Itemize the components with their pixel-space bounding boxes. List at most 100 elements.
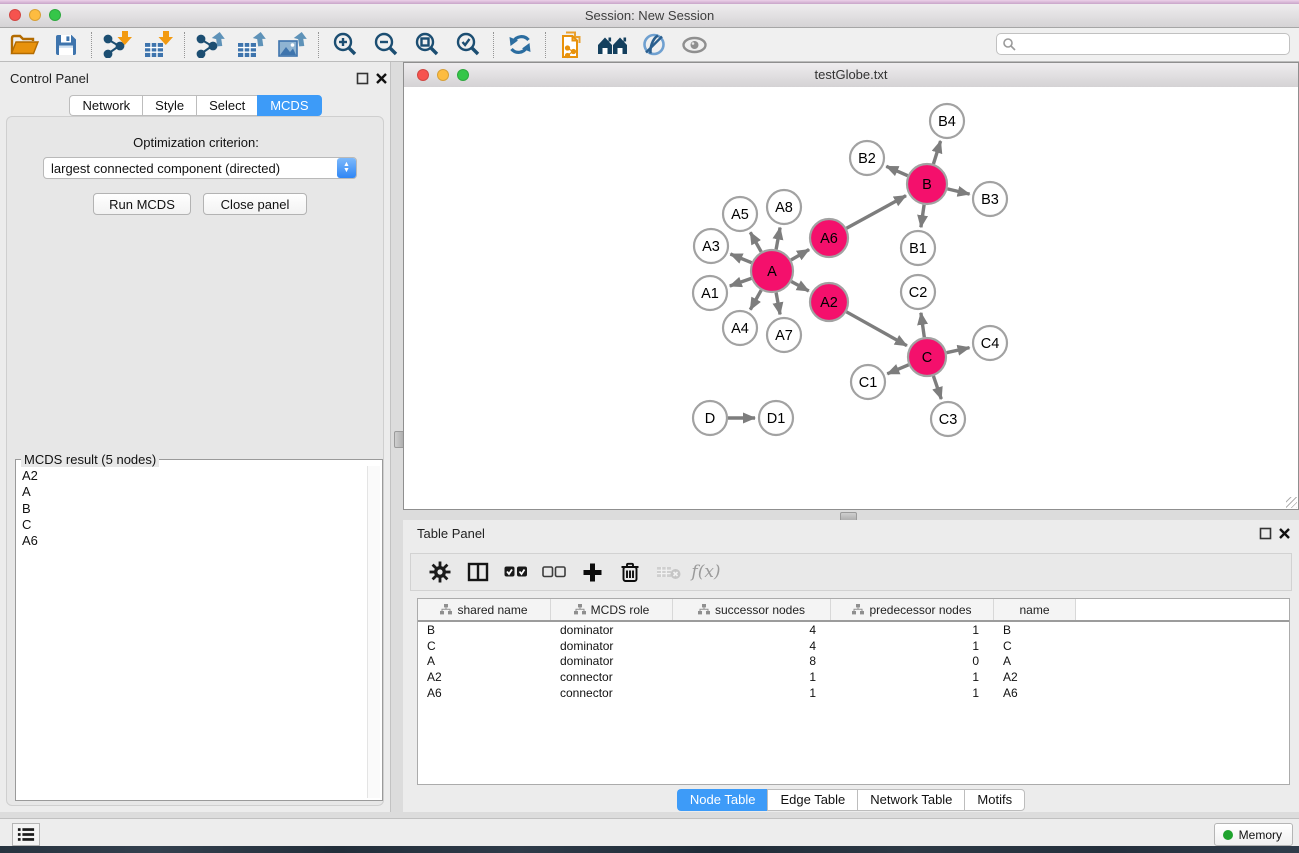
cell-predecessor-nodes[interactable]: 1	[831, 639, 994, 653]
node-A[interactable]: A	[751, 250, 793, 292]
column-header-MCDS-role[interactable]: MCDS role	[551, 599, 673, 620]
run-mcds-button[interactable]: Run MCDS	[93, 193, 191, 215]
mcds-result-list[interactable]: A2ABCA6	[18, 468, 366, 798]
edge-A-A8[interactable]	[776, 228, 780, 250]
open-file-icon[interactable]	[4, 30, 45, 60]
cell-MCDS-role[interactable]: connector	[551, 670, 673, 684]
node-C2[interactable]: C2	[901, 275, 935, 309]
hide-graphics-details-icon[interactable]	[633, 30, 674, 60]
node-D1[interactable]: D1	[759, 401, 793, 435]
optimization-criterion-select[interactable]: largest connected component (directed) ▲…	[43, 157, 357, 179]
cell-successor-nodes[interactable]: 4	[673, 623, 831, 637]
node-C4[interactable]: C4	[973, 326, 1007, 360]
close-panel-icon[interactable]	[375, 72, 388, 85]
deselect-all-checkboxes-icon[interactable]	[535, 557, 573, 587]
cell-name[interactable]: B	[994, 623, 1076, 637]
tab-style[interactable]: Style	[142, 95, 196, 116]
edge-A-A5[interactable]	[750, 232, 761, 252]
cell-successor-nodes[interactable]: 8	[673, 654, 831, 668]
cell-shared-name[interactable]: C	[418, 639, 551, 653]
edge-C-C3[interactable]	[933, 376, 941, 399]
cell-predecessor-nodes[interactable]: 1	[831, 623, 994, 637]
float-table-panel-icon[interactable]	[1259, 527, 1272, 540]
cell-shared-name[interactable]: A	[418, 654, 551, 668]
node-A4[interactable]: A4	[723, 311, 757, 345]
cell-successor-nodes[interactable]: 1	[673, 686, 831, 700]
result-item[interactable]: B	[18, 501, 366, 517]
task-history-button[interactable]	[12, 823, 40, 846]
edge-B-B2[interactable]	[886, 166, 907, 175]
edge-A-A1[interactable]	[730, 278, 752, 286]
column-settings-gear-icon[interactable]	[421, 557, 459, 587]
node-B1[interactable]: B1	[901, 231, 935, 265]
node-B[interactable]: B	[907, 164, 947, 204]
node-D[interactable]: D	[693, 401, 727, 435]
add-column-icon[interactable]	[573, 557, 611, 587]
node-A8[interactable]: A8	[767, 190, 801, 224]
cell-name[interactable]: A	[994, 654, 1076, 668]
window-resize-grip[interactable]	[1286, 497, 1297, 508]
node-B3[interactable]: B3	[973, 182, 1007, 216]
float-panel-icon[interactable]	[356, 72, 369, 85]
node-C3[interactable]: C3	[931, 402, 965, 436]
node-B4[interactable]: B4	[930, 104, 964, 138]
network-graph[interactable]: B4 B2 B B3 A8 A5 A6 B1 A3 A C2 A1 A2 A4 …	[404, 87, 1298, 509]
column-header-name[interactable]: name	[994, 599, 1076, 620]
node-C1[interactable]: C1	[851, 365, 885, 399]
edge-C-C4[interactable]	[947, 348, 970, 353]
refresh-layout-icon[interactable]	[499, 30, 540, 60]
home-icon[interactable]	[592, 30, 633, 60]
cell-MCDS-role[interactable]: dominator	[551, 639, 673, 653]
edge-A-A4[interactable]	[750, 290, 761, 310]
table-row[interactable]: Adominator80A	[418, 653, 1289, 669]
edge-C-C2[interactable]	[921, 313, 924, 337]
result-item[interactable]: A	[18, 484, 366, 500]
select-all-checkboxes-icon[interactable]	[497, 557, 535, 587]
close-panel-button[interactable]: Close panel	[203, 193, 307, 215]
edge-A-A7[interactable]	[776, 293, 780, 315]
export-image-icon[interactable]	[272, 30, 313, 60]
edge-A2-C[interactable]	[846, 312, 907, 346]
import-table-icon[interactable]	[138, 30, 179, 60]
edge-B-B4[interactable]	[933, 141, 940, 164]
node-A1[interactable]: A1	[693, 276, 727, 310]
zoom-selected-icon[interactable]	[447, 30, 488, 60]
node-A6[interactable]: A6	[810, 219, 848, 257]
show-eye-icon[interactable]	[674, 30, 715, 60]
column-header-successor-nodes[interactable]: successor nodes	[673, 599, 831, 620]
cell-name[interactable]: A2	[994, 670, 1076, 684]
tab-motifs[interactable]: Motifs	[964, 789, 1025, 811]
export-network-icon[interactable]	[190, 30, 231, 60]
node-A5[interactable]: A5	[723, 197, 757, 231]
cell-name[interactable]: C	[994, 639, 1076, 653]
cell-MCDS-role[interactable]: dominator	[551, 623, 673, 637]
copy-network-icon[interactable]	[551, 30, 592, 60]
node-A7[interactable]: A7	[767, 318, 801, 352]
search-box[interactable]	[996, 33, 1290, 55]
tab-network[interactable]: Network	[69, 95, 142, 116]
cell-shared-name[interactable]: A6	[418, 686, 551, 700]
result-item[interactable]: A6	[18, 533, 366, 549]
tab-select[interactable]: Select	[196, 95, 257, 116]
tab-node-table[interactable]: Node Table	[677, 789, 768, 811]
zoom-out-icon[interactable]	[365, 30, 406, 60]
cell-MCDS-role[interactable]: dominator	[551, 654, 673, 668]
result-item[interactable]: C	[18, 517, 366, 533]
node-B2[interactable]: B2	[850, 141, 884, 175]
table-row[interactable]: A6connector11A6	[418, 685, 1289, 701]
edge-A-A2[interactable]	[791, 282, 809, 292]
cell-successor-nodes[interactable]: 1	[673, 670, 831, 684]
tab-edge-table[interactable]: Edge Table	[767, 789, 857, 811]
cell-MCDS-role[interactable]: connector	[551, 686, 673, 700]
zoom-fit-icon[interactable]	[406, 30, 447, 60]
memory-button[interactable]: Memory	[1214, 823, 1293, 846]
table-row[interactable]: Bdominator41B	[418, 622, 1289, 638]
node-table[interactable]: shared name MCDS role successor nodes pr…	[417, 598, 1290, 785]
cell-shared-name[interactable]: A2	[418, 670, 551, 684]
search-input[interactable]	[1017, 36, 1289, 52]
column-header-shared-name[interactable]: shared name	[418, 599, 551, 620]
table-row[interactable]: Cdominator41C	[418, 638, 1289, 654]
node-C[interactable]: C	[908, 338, 946, 376]
node-A2[interactable]: A2	[810, 283, 848, 321]
network-canvas[interactable]: B4 B2 B B3 A8 A5 A6 B1 A3 A C2 A1 A2 A4 …	[404, 87, 1298, 509]
